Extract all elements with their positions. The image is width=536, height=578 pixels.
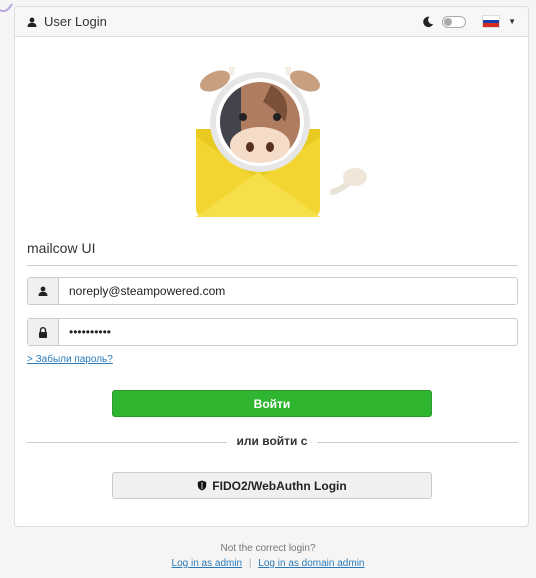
dark-mode-toggle[interactable] xyxy=(442,15,467,28)
password-group xyxy=(27,318,518,346)
app-name: mailcow UI xyxy=(27,240,96,256)
card-header: User Login ▼ xyxy=(15,7,528,37)
divider xyxy=(27,265,518,266)
username-group xyxy=(27,277,518,305)
username-input[interactable] xyxy=(59,278,517,304)
footer-separator: | xyxy=(248,558,252,569)
chevron-down-icon[interactable]: ▼ xyxy=(508,17,516,26)
mailcow-logo xyxy=(196,67,367,217)
footer-links: Log in as admin | Log in as domain admin xyxy=(0,558,536,569)
russian-flag-icon[interactable] xyxy=(482,15,501,28)
footer-question: Not the correct login? xyxy=(220,543,316,554)
divider-right xyxy=(317,442,518,443)
login-as-domain-admin-link[interactable]: Log in as domain admin xyxy=(258,558,364,569)
lock-icon xyxy=(39,326,47,338)
password-input[interactable] xyxy=(59,319,517,345)
or-login-with-label: или войти с xyxy=(236,434,308,448)
forgot-password-link[interactable]: > Забыли пароль? xyxy=(27,354,113,365)
shield-icon xyxy=(198,480,207,491)
user-icon xyxy=(38,286,48,296)
fido-button-label: FIDO2/WebAuthn Login xyxy=(212,478,347,493)
login-button-label: Войти xyxy=(253,396,291,411)
login-card: User Login ▼ mailcow UI noreply@steampow… xyxy=(14,6,529,527)
divider-left xyxy=(27,442,227,443)
fido-login-button[interactable]: FIDO2/WebAuthn Login xyxy=(112,472,432,499)
login-button[interactable]: Войти xyxy=(112,390,432,417)
page-title: User Login xyxy=(44,14,107,29)
password-addon xyxy=(28,319,59,345)
user-icon xyxy=(27,17,37,27)
username-addon xyxy=(28,278,59,304)
moon-icon[interactable] xyxy=(422,16,434,28)
login-as-admin-link[interactable]: Log in as admin xyxy=(172,558,243,569)
